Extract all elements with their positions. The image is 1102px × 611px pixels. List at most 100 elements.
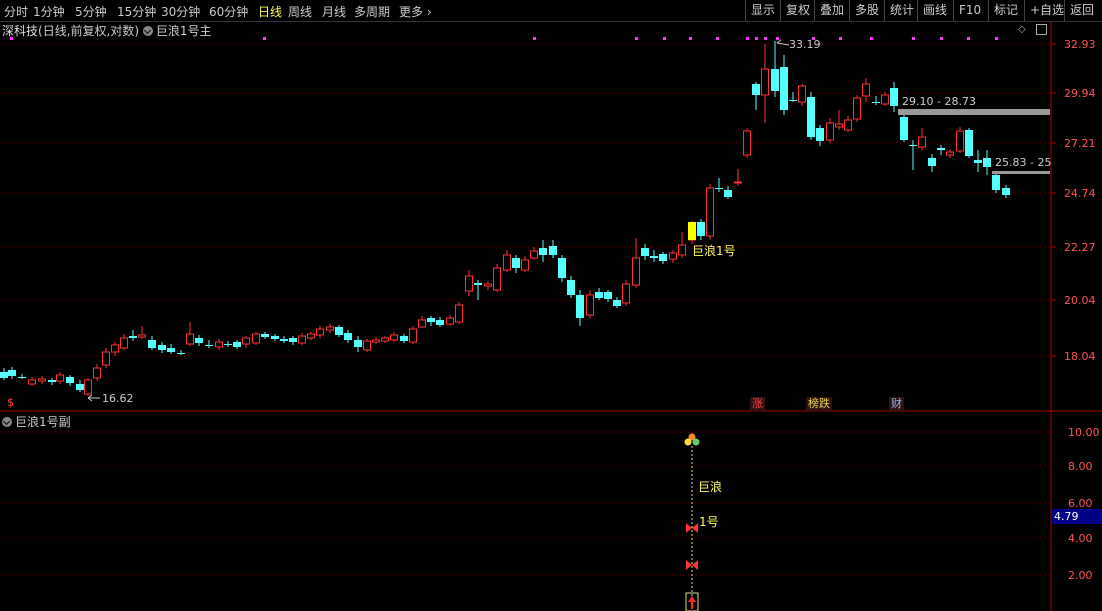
candle-body — [771, 69, 779, 91]
candle-body — [493, 267, 501, 291]
candle-body — [186, 333, 194, 345]
sub-num-label: 1号 — [699, 515, 719, 529]
toolbar-button-4[interactable]: 统计 — [884, 0, 919, 21]
candle-body — [890, 88, 898, 106]
candle-body — [242, 337, 250, 345]
candle-body — [789, 100, 797, 101]
candle-body — [224, 344, 232, 345]
candle-body — [632, 257, 640, 286]
candle-body — [604, 292, 612, 299]
main-y-tick: 27.21 — [1064, 137, 1096, 150]
candle-body — [28, 379, 36, 385]
sub-indicator-name[interactable]: 巨浪1号副 — [15, 415, 71, 429]
period-tab-1[interactable]: 1分钟 — [33, 3, 65, 20]
toolbar-button-1[interactable]: 复权 — [780, 0, 815, 21]
dollar-icon[interactable]: $ — [7, 396, 14, 409]
marker-dot — [635, 37, 638, 40]
sub-indicator-menu-icon[interactable] — [2, 417, 12, 427]
marker-dot — [870, 37, 873, 40]
candle-body — [167, 348, 175, 352]
toolbar-button-2[interactable]: 叠加 — [814, 0, 849, 21]
candle-body — [138, 334, 146, 338]
candle-body — [38, 378, 46, 382]
candle-body — [120, 337, 128, 349]
candle-body — [446, 317, 454, 325]
candle-body — [965, 130, 973, 156]
sub-y-tick: 8.00 — [1068, 460, 1093, 473]
news-badge[interactable]: 涨 — [750, 397, 765, 411]
candle-body — [798, 85, 806, 103]
period-tab-7[interactable]: 周线 — [288, 3, 312, 20]
candle-body — [983, 158, 991, 167]
period-tab-8[interactable]: 月线 — [322, 3, 346, 20]
candle-body — [539, 248, 547, 255]
period-tab-6[interactable]: 日线 — [258, 3, 282, 20]
current-value-badge: 4.79 — [1052, 509, 1102, 524]
candle-body — [697, 222, 705, 236]
period-tab-9[interactable]: 多周期 — [354, 3, 390, 20]
candle-body — [715, 188, 723, 189]
toolbar-button-5[interactable]: 画线 — [917, 0, 952, 21]
candle-body — [881, 94, 889, 105]
period-tab-0[interactable]: 分时 — [4, 3, 28, 20]
window-box-icon[interactable] — [1036, 24, 1047, 35]
candle-body — [613, 300, 621, 306]
period-tab-10[interactable]: 更多 › — [399, 3, 432, 20]
period-tab-5[interactable]: 60分钟 — [209, 3, 248, 20]
toolbar-button-3[interactable]: 多股 — [849, 0, 884, 21]
candle-body — [381, 337, 389, 342]
up-arrow-icon — [688, 596, 696, 609]
candle-body — [484, 283, 492, 287]
main-y-tick: 20.04 — [1064, 294, 1096, 307]
candle-body — [641, 248, 649, 256]
candle-body — [18, 377, 26, 378]
band-label-1: 29.10 - 28.73 — [902, 95, 976, 108]
toolbar-button-6[interactable]: F10 — [953, 0, 986, 21]
candle-body — [56, 374, 64, 382]
candle-body — [261, 334, 269, 337]
marker-dot — [912, 37, 915, 40]
stock-name[interactable]: 深科技 — [2, 24, 38, 38]
candle-body — [316, 328, 324, 336]
candle-body — [93, 367, 101, 379]
candle-body — [252, 333, 260, 344]
candle-body — [326, 326, 334, 331]
candle-body — [761, 68, 769, 96]
period-tab-4[interactable]: 30分钟 — [161, 3, 200, 20]
indicator-menu-icon[interactable] — [142, 26, 153, 36]
toolbar-button-9[interactable]: 返回 — [1064, 0, 1099, 21]
news-badge[interactable]: 财 — [889, 397, 904, 411]
period-tab-3[interactable]: 15分钟 — [117, 3, 156, 20]
candle-body — [427, 318, 435, 322]
toolbar-button-8[interactable]: +自选 — [1024, 0, 1069, 21]
candle-body — [436, 320, 444, 325]
candle-body — [215, 341, 223, 348]
diamond-icon[interactable]: ◇ — [1018, 24, 1026, 35]
main-y-tick: 24.74 — [1064, 187, 1096, 200]
candle-body — [595, 292, 603, 298]
candle-body — [558, 258, 566, 278]
candle-body — [455, 304, 463, 323]
candle-body — [390, 334, 398, 341]
toolbar-button-7[interactable]: 标记 — [988, 0, 1023, 21]
period-tab-2[interactable]: 5分钟 — [75, 3, 107, 20]
main-indicator-name[interactable]: 巨浪1号主 — [156, 24, 212, 38]
candle-body — [992, 175, 1000, 190]
candle-body — [669, 252, 677, 260]
toolbar-button-0[interactable]: 显示 — [745, 0, 780, 21]
candle-body — [918, 136, 926, 148]
sub-y-tick: 4.00 — [1068, 532, 1093, 545]
news-badge[interactable]: 榜跌 — [806, 397, 832, 411]
marker-dot — [746, 37, 749, 40]
candle-body — [280, 339, 288, 341]
candle-body — [752, 84, 760, 95]
candle-body — [354, 340, 362, 347]
candle-body — [650, 256, 658, 258]
candle-body — [111, 344, 119, 353]
candle-body — [363, 340, 371, 351]
candle-body — [48, 380, 56, 382]
chart-canvas[interactable] — [0, 0, 1102, 611]
candle-body — [816, 128, 824, 141]
high-arrow — [776, 39, 790, 46]
candle-body — [567, 280, 575, 295]
